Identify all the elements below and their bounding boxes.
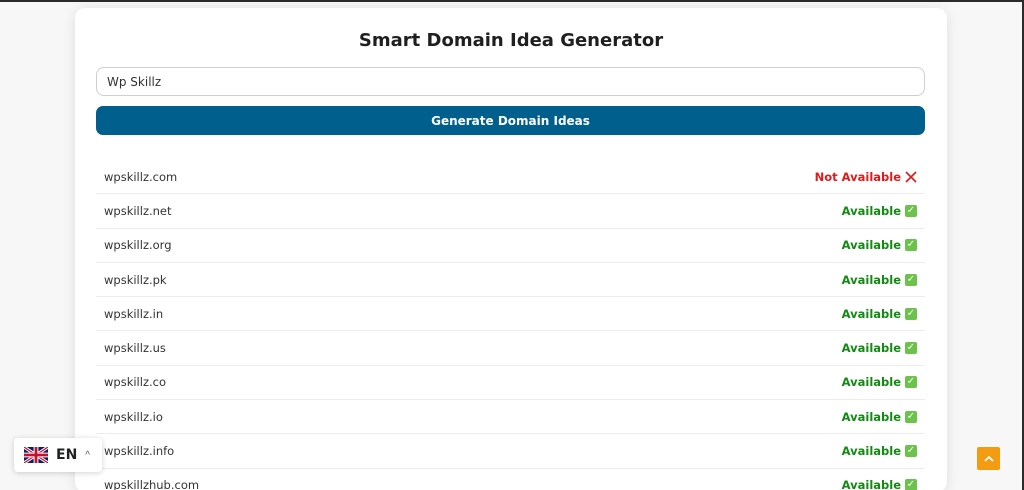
check-icon: ✓	[905, 479, 917, 490]
status-badge: Available ✓	[842, 204, 917, 218]
status-badge: Available ✓	[842, 410, 917, 424]
check-icon: ✓	[905, 239, 917, 252]
result-row: wpskillz.co Available ✓	[96, 366, 925, 401]
result-row: wpskillz.in Available ✓	[96, 297, 925, 332]
domain-name: wpskillz.org	[104, 238, 172, 253]
domain-name: wpskillzhub.com	[104, 478, 200, 490]
check-icon: ✓	[905, 445, 917, 458]
status-text: Available	[841, 341, 901, 356]
domain-name: wpskillz.info	[104, 444, 175, 459]
generate-button[interactable]: Generate Domain Ideas	[96, 106, 925, 135]
status-badge: Available ✓	[842, 341, 917, 355]
language-code: EN	[56, 447, 78, 463]
status-badge: Available ✓	[842, 444, 917, 458]
status-text: Available	[841, 272, 901, 287]
result-row: wpskillz.com Not Available	[96, 160, 925, 195]
result-row: wpskillz.pk Available ✓	[96, 263, 925, 298]
result-row: wpskillz.us Available ✓	[96, 331, 925, 366]
keyword-input[interactable]	[96, 67, 925, 96]
check-icon: ✓	[905, 204, 917, 217]
domain-name: wpskillz.io	[104, 409, 163, 424]
scroll-to-top-button[interactable]	[977, 447, 1000, 470]
status-badge: Not Available	[815, 170, 917, 184]
domain-name: wpskillz.in	[104, 306, 164, 321]
domain-name: wpskillz.com	[104, 169, 178, 184]
chevron-up-icon	[983, 455, 994, 462]
result-row: wpskillz.org Available ✓	[96, 229, 925, 263]
check-icon: ✓	[905, 273, 917, 286]
status-text: Not Available	[814, 169, 901, 184]
result-row: wpskillz.io Available ✓	[96, 400, 925, 435]
status-text: Available	[841, 238, 901, 253]
check-icon: ✓	[905, 410, 917, 423]
status-text: Available	[841, 203, 901, 218]
language-switcher[interactable]: EN ^	[14, 438, 102, 472]
generator-card: Smart Domain Idea Generator Generate Dom…	[75, 8, 947, 490]
result-row: wpskillzhub.com Available ✓	[96, 469, 925, 490]
domain-name: wpskillz.co	[104, 375, 166, 390]
status-badge: Available ✓	[842, 238, 917, 252]
status-text: Available	[841, 375, 901, 390]
uk-flag-icon	[24, 447, 48, 463]
check-icon: ✓	[905, 307, 917, 320]
check-icon: ✓	[905, 376, 917, 389]
status-badge: Available ✓	[842, 307, 917, 321]
results-list: wpskillz.com Not Available wpskillz.net …	[96, 160, 925, 490]
result-row: wpskillz.info Available ✓	[96, 434, 925, 469]
status-text: Available	[841, 409, 901, 424]
domain-name: wpskillz.net	[104, 203, 172, 218]
status-text: Available	[841, 306, 901, 321]
status-badge: Available ✓	[842, 273, 917, 287]
status-text: Available	[841, 478, 901, 490]
chevron-up-icon: ^	[85, 449, 90, 461]
status-badge: Available ✓	[842, 478, 917, 490]
x-icon	[905, 171, 917, 183]
check-icon: ✓	[905, 342, 917, 355]
page-title: Smart Domain Idea Generator	[358, 30, 664, 51]
status-text: Available	[841, 444, 901, 459]
result-row: wpskillz.net Available ✓	[96, 194, 925, 229]
status-badge: Available ✓	[842, 375, 917, 389]
domain-name: wpskillz.pk	[104, 272, 167, 287]
domain-name: wpskillz.us	[104, 341, 166, 356]
